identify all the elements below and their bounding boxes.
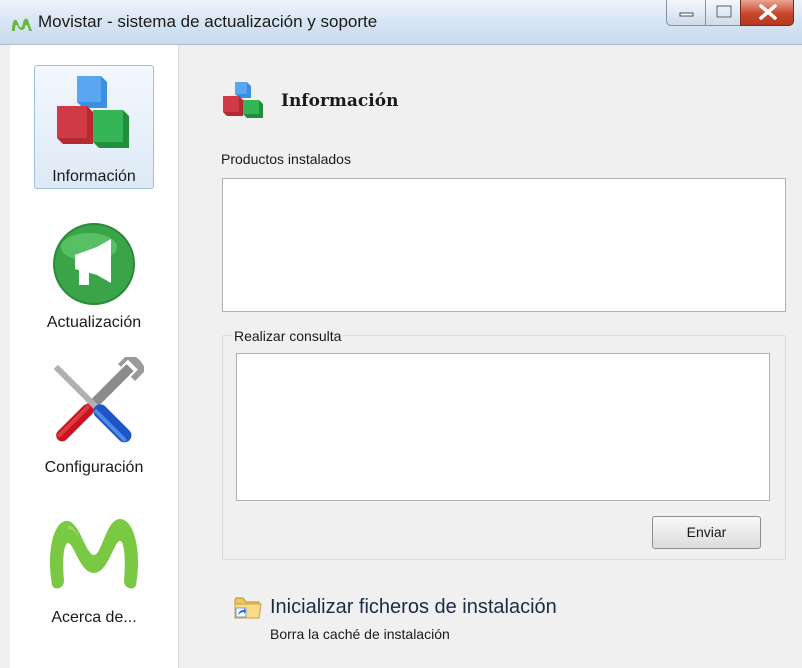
sidebar-item-label: Acerca de... — [51, 609, 137, 626]
query-group-label: Realizar consulta — [232, 328, 344, 344]
window-title: Movistar - sistema de actualización y so… — [38, 12, 378, 31]
sidebar-item-actualizacion[interactable]: Actualización — [34, 215, 154, 335]
installed-products-list[interactable] — [222, 178, 786, 312]
tools-icon — [53, 357, 144, 443]
sidebar-item-acerca-de[interactable]: Acerca de... — [34, 507, 154, 637]
installed-products-label: Productos instalados — [221, 151, 351, 167]
cubes-icon — [223, 82, 263, 118]
movistar-logo-icon — [49, 519, 139, 589]
send-button[interactable]: Enviar — [652, 516, 761, 549]
minimize-button[interactable] — [666, 0, 706, 26]
sidebar-item-informacion[interactable]: Información — [34, 65, 154, 189]
minimize-icon — [679, 12, 694, 17]
title-bar[interactable]: Movistar - sistema de actualización y so… — [0, 0, 802, 45]
sidebar-item-label: Configuración — [44, 459, 144, 476]
sidebar-item-label: Información — [52, 168, 136, 185]
shortcut-folder-icon — [234, 597, 262, 619]
movistar-app-icon — [12, 18, 32, 31]
section-title: Información — [281, 91, 399, 111]
maximize-icon — [716, 5, 732, 18]
cubes-icon — [57, 76, 129, 148]
app-window: Movistar - sistema de actualización y so… — [0, 0, 802, 668]
reset-install-files-description: Borra la caché de instalación — [270, 626, 450, 642]
close-icon — [759, 4, 777, 20]
sidebar-item-configuracion[interactable]: Configuración — [34, 357, 154, 481]
megaphone-icon — [53, 223, 135, 305]
query-textarea[interactable] — [236, 353, 770, 501]
sidebar-item-label: Actualización — [46, 314, 142, 331]
sidebar: Información Actualización Configuración … — [10, 45, 179, 668]
close-button[interactable] — [740, 0, 794, 26]
maximize-button[interactable] — [705, 0, 741, 26]
main-panel: Información Productos instalados Realiza… — [179, 45, 802, 668]
reset-install-files-link[interactable]: Inicializar ficheros de instalación — [270, 596, 557, 619]
